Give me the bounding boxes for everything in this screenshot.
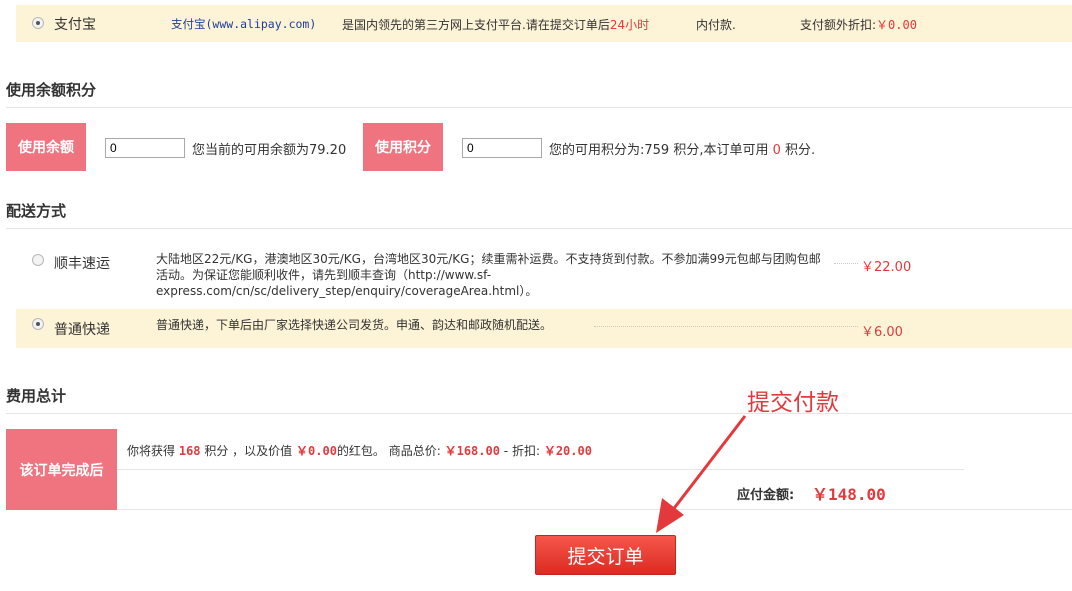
alipay-radio[interactable] [32, 17, 44, 29]
balance-info: 您当前的可用余额为79.20 [192, 143, 347, 158]
alipay-description-suffix: 内付款. [696, 18, 736, 32]
payment-hours: 24小时 [609, 18, 650, 32]
divider [6, 413, 1072, 414]
points-info: 您的可用积分为:759 积分,本订单可用 0 积分. [549, 143, 816, 158]
points-usable: 0 [772, 143, 781, 158]
normal-name: 普通快递 [54, 322, 110, 338]
points-input[interactable] [462, 138, 542, 158]
goods-total: ￥168.00 [444, 444, 500, 458]
submit-order-button[interactable]: 提交订单 [535, 535, 676, 575]
balance-section-title: 使用余额积分 [6, 81, 97, 99]
earn-points: 168 [178, 444, 201, 458]
sf-price: ￥22.00 [861, 260, 912, 275]
totals-section-title: 费用总计 [6, 387, 67, 405]
use-balance-label: 使用余额 [6, 123, 86, 171]
shipping-option-normal[interactable]: 普通快递 普通快递，下单后由厂家选择快递公司发货。申通、韵达和邮政随机配送。 ￥… [16, 309, 1072, 348]
annotation-label: 提交付款 [747, 390, 839, 416]
payable-label: 应付金额: [737, 488, 795, 503]
sf-radio[interactable] [32, 254, 44, 266]
normal-description: 普通快递，下单后由厂家选择快递公司发货。申通、韵达和邮政随机配送。 [156, 318, 553, 332]
alipay-discount-value: ￥0.00 [876, 18, 917, 32]
payment-option-alipay[interactable]: 支付宝 支付宝(www.alipay.com) 是国内领先的第三方网上支付平台.… [16, 5, 1072, 42]
divider [6, 107, 1072, 108]
shipping-option-sf[interactable]: 顺丰速运 大陆地区22元/KG，港澳地区30元/KG，台湾地区30元/KG；续重… [16, 243, 1072, 301]
divider [117, 469, 964, 470]
earn-summary: 你将获得 168 积分 ，以及价值 ￥0.00的红包。 商品总价: ￥168.0… [127, 444, 592, 458]
shipping-section-title: 配送方式 [6, 202, 67, 220]
normal-radio[interactable] [32, 318, 44, 330]
alipay-discount: 支付额外折扣:￥0.00 [800, 18, 917, 32]
discount-total: ￥20.00 [543, 444, 592, 458]
alipay-description: 是国内领先的第三方网上支付平台.请在提交订单后24小时 [342, 18, 650, 32]
alipay-name: 支付宝 [54, 17, 96, 33]
use-points-label: 使用积分 [363, 123, 443, 171]
balance-input[interactable] [105, 138, 185, 158]
dotted-leader [594, 326, 858, 327]
sf-name: 顺丰速运 [54, 256, 110, 272]
divider [6, 228, 1072, 229]
dotted-leader [834, 263, 858, 264]
payable-value: ￥148.00 [812, 485, 886, 504]
sf-description: 大陆地区22元/KG，港澳地区30元/KG，台湾地区30元/KG；续重需补运费。… [156, 252, 821, 298]
alipay-link[interactable]: 支付宝(www.alipay.com) [171, 16, 316, 32]
earn-coupon: ￥0.00 [296, 444, 337, 458]
normal-price: ￥6.00 [861, 325, 903, 340]
after-order-label: 该订单完成后 [6, 429, 117, 510]
